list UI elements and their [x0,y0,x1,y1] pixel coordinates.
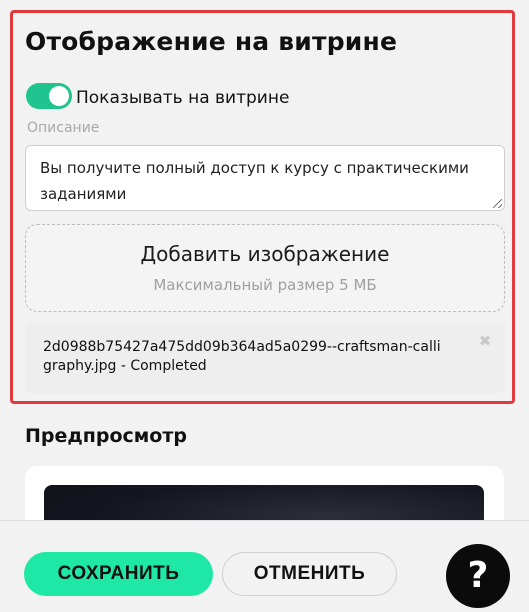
save-button[interactable]: СОХРАНИТЬ [24,552,213,596]
image-upload-dropzone[interactable]: Добавить изображение Максимальный размер… [25,224,505,312]
preview-heading: Предпросмотр [25,425,187,447]
section-title: Отображение на витрине [25,27,398,56]
showcase-section: Отображение на витрине Показывать на вит… [10,10,515,404]
toggle-knob [49,86,69,106]
cancel-button[interactable]: ОТМЕНИТЬ [222,552,397,596]
remove-file-icon[interactable]: ✖ [477,333,493,349]
description-label: Описание [27,120,100,136]
description-textarea[interactable]: Вы получите полный доступ к курсу с прак… [25,145,505,211]
upload-hint: Максимальный размер 5 МБ [153,276,377,294]
showcase-toggle[interactable] [26,83,72,109]
uploaded-file-item: 2d0988b75427a475dd09b364ad5a0299--crafts… [25,323,505,393]
resize-grip-icon[interactable] [493,199,502,208]
help-button[interactable]: ? [446,544,510,608]
description-value: Вы получите полный доступ к курсу с прак… [40,159,469,203]
upload-title: Добавить изображение [140,242,390,266]
file-name: 2d0988b75427a475dd09b364ad5a0299--crafts… [43,339,441,374]
toggle-label: Показывать на витрине [76,88,290,108]
